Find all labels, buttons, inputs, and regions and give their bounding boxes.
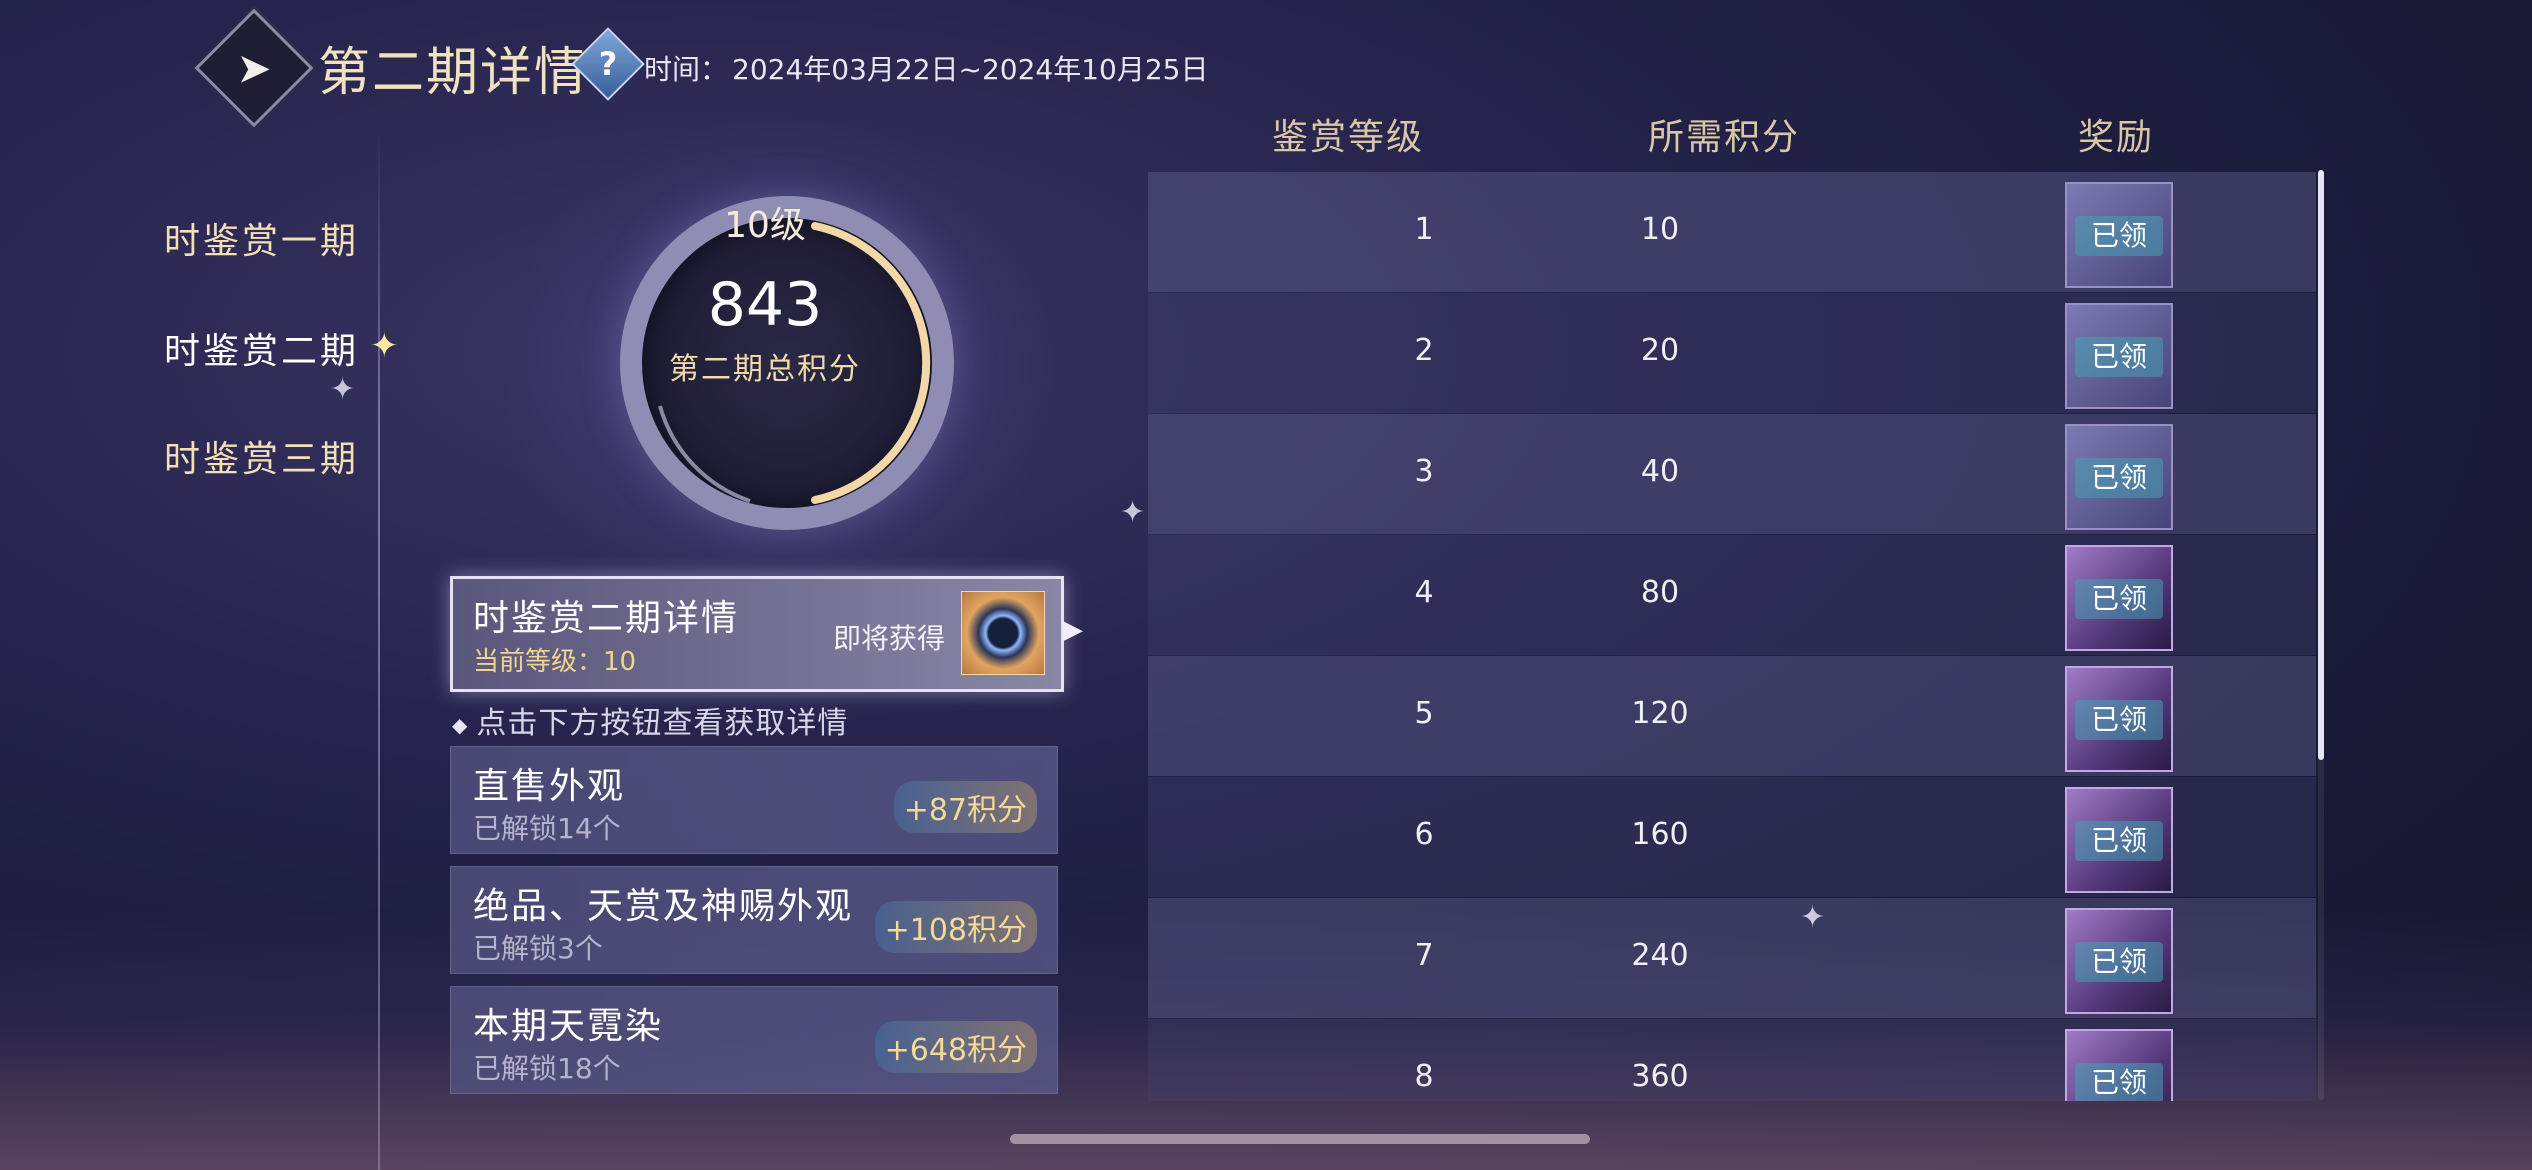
source-direct-sale[interactable]: 直售外观 已解锁14个 +87积分 (450, 746, 1058, 854)
help-icon: ? (598, 45, 618, 83)
reward-item[interactable]: 已领 (2065, 908, 2173, 1014)
table-row: 8 360 已领 (1148, 1019, 2316, 1101)
reward-item[interactable]: 已领 (2065, 424, 2173, 530)
chevron-right-icon: ▶ (1063, 615, 1083, 645)
table-row: 3 40 已领 (1148, 414, 2316, 534)
table-row: 5 120 已领 (1148, 656, 2316, 776)
reward-item[interactable]: 已领 (2065, 1029, 2173, 1101)
claimed-badge: 已领 (2075, 458, 2163, 498)
reward-table-header: 鉴赏等级 所需积分 奖励 (1148, 108, 2324, 168)
scrollbar[interactable] (2318, 170, 2324, 760)
source-points-badge: +108积分 (874, 901, 1037, 953)
hint-label: 点击下方按钮查看获取详情 (476, 706, 849, 741)
sparkle-icon: ✦ (1800, 900, 1826, 935)
claimed-badge: 已领 (2075, 700, 2163, 740)
hint-text: ◆ 点击下方按钮查看获取详情 (452, 698, 848, 742)
row-points: 10 (1640, 212, 1680, 247)
home-indicator[interactable] (1010, 1134, 1590, 1144)
claimed-badge: 已领 (2075, 216, 2163, 256)
row-points: 120 (1631, 696, 1689, 731)
page-title: 第二期详情 (318, 43, 589, 103)
claimed-badge: 已领 (2075, 821, 2163, 861)
claimed-badge: 已领 (2075, 942, 2163, 982)
upcoming-label: 即将获得 (833, 622, 946, 655)
table-row: 1 10 已领 (1148, 172, 2316, 292)
table-row: 4 80 已领 (1148, 535, 2316, 655)
reward-item[interactable]: 已领 (2065, 303, 2173, 409)
reward-item[interactable]: 已领 (2065, 545, 2173, 651)
reward-item[interactable]: 已领 (2065, 787, 2173, 893)
source-premium[interactable]: 绝品、天赏及神赐外观 已解锁3个 +108积分 (450, 866, 1058, 974)
time-value: 2024年03月22日~2024年10月25日 (732, 53, 1209, 86)
source-name: 直售外观 (473, 766, 626, 807)
source-unlocked: 已解锁3个 (473, 932, 603, 965)
reward-item[interactable]: 已领 (2065, 182, 2173, 288)
back-button[interactable]: ➤ (194, 8, 314, 128)
row-points: 240 (1631, 938, 1689, 973)
row-points: 40 (1640, 454, 1680, 489)
row-points: 360 (1631, 1059, 1689, 1094)
table-row: 6 160 已领 (1148, 777, 2316, 897)
claimed-badge: 已领 (2075, 337, 2163, 377)
row-points: 80 (1640, 575, 1680, 610)
table-row: 7 240 已领 (1148, 898, 2316, 1018)
back-arrow-icon: ➤ (236, 43, 272, 93)
row-points: 20 (1640, 333, 1680, 368)
source-unlocked: 已解锁14个 (473, 812, 621, 845)
time-label: 时间： (644, 53, 729, 86)
reward-item[interactable]: 已领 (2065, 666, 2173, 772)
upcoming-reward-thumbnail (961, 591, 1045, 675)
source-points-badge: +648积分 (874, 1021, 1037, 1073)
row-points: 160 (1631, 817, 1689, 852)
nav-item-period-3[interactable]: 时鉴赏三期 (164, 430, 359, 482)
source-points-badge: +87积分 (893, 781, 1037, 833)
claimed-badge: 已领 (2075, 579, 2163, 619)
header-reward: 奖励 (2078, 117, 2155, 158)
source-name: 绝品、天赏及神赐外观 (473, 886, 854, 927)
source-dye[interactable]: 本期天霓染 已解锁18个 +648积分 (450, 986, 1058, 1094)
source-unlocked: 已解锁18个 (473, 1052, 621, 1085)
source-name: 本期天霓染 (473, 1006, 664, 1047)
header-points: 所需积分 (1648, 117, 1801, 158)
current-level: 当前等级：10 (473, 647, 637, 677)
header-level: 鉴赏等级 (1272, 117, 1425, 158)
sparkle-icon: ✦ (1120, 495, 1146, 530)
table-row: 2 20 已领 (1148, 293, 2316, 413)
period-detail-card[interactable]: 时鉴赏二期详情 当前等级：10 即将获得 ▶ (450, 576, 1083, 692)
diamond-icon: ◆ (452, 712, 469, 737)
claimed-badge: 已领 (2075, 1063, 2163, 1101)
detail-card-title: 时鉴赏二期详情 (473, 598, 740, 639)
